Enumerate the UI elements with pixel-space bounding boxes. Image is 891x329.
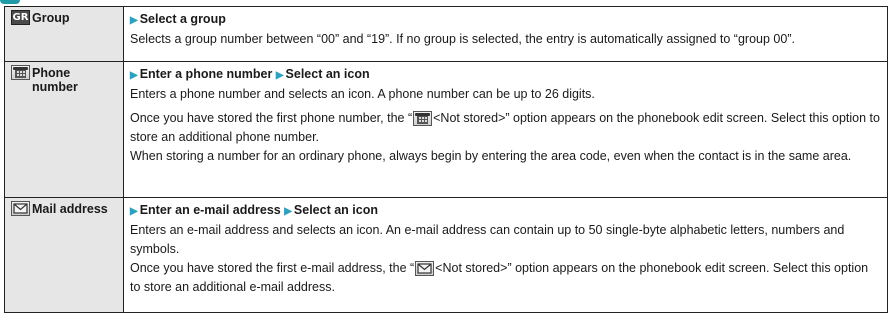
path-step: Enter a phone number — [139, 67, 273, 81]
label-cell-mail: Mail address — [4, 197, 124, 313]
desc-cell-group: ▶ Select a group Selects a group number b… — [123, 6, 888, 62]
path-step: Select an icon — [285, 67, 370, 81]
operation-path: ▶ Enter a phone number ▶ Select an icon — [130, 65, 881, 85]
desc-cell-mail: ▶ Enter an e-mail address ▶ Select an icon… — [123, 197, 888, 313]
desc-cell-phone: ▶ Enter a phone number ▶ Select an icon En… — [123, 61, 888, 198]
table-row-group: GR Group ▶ Select a group Selects a group… — [4, 6, 888, 62]
row-label: Group — [32, 11, 70, 25]
mail-icon — [415, 261, 435, 276]
table-row-phone: Phone number ▶ Enter a phone number ▶ Sele… — [4, 61, 888, 198]
arrow-icon: ▶ — [275, 70, 284, 81]
mail-icon — [11, 201, 30, 216]
row-label: Mail address — [32, 202, 108, 216]
row-label: Phone number — [32, 66, 78, 94]
description-text: Selects a group number between “00” and … — [130, 32, 795, 46]
phonebook-entry-table: GR Group ▶ Select a group Selects a group… — [4, 6, 888, 313]
description-text: Enters a phone number and selects an ico… — [130, 87, 595, 101]
path-step: Select a group — [139, 12, 226, 26]
label-cell-group: GR Group — [4, 6, 124, 62]
operation-path: ▶ Enter an e-mail address ▶ Select an icon — [130, 201, 881, 221]
group-icon: GR — [11, 10, 30, 25]
label-cell-phone: Phone number — [4, 61, 124, 198]
arrow-icon: ▶ — [284, 206, 292, 217]
arrow-icon: ▶ — [130, 206, 138, 217]
arrow-icon: ▶ — [130, 70, 138, 81]
description-text: Once you have stored the first phone num… — [130, 111, 880, 144]
description-text: Enters an e-mail address and selects an … — [130, 223, 845, 256]
phone-icon — [413, 111, 433, 126]
table-row-mail: Mail address ▶ Enter an e-mail address ▶ S… — [4, 197, 888, 313]
description-text: Once you have stored the first e-mail ad… — [130, 261, 869, 294]
arrow-icon: ▶ — [130, 15, 138, 26]
path-step: Enter an e-mail address — [139, 203, 281, 217]
path-step: Select an icon — [293, 203, 378, 217]
description-text: When storing a number for an ordinary ph… — [130, 149, 852, 163]
phone-icon — [11, 65, 30, 80]
teal-corner-mark — [0, 0, 20, 4]
operation-path: ▶ Select a group — [130, 10, 881, 30]
